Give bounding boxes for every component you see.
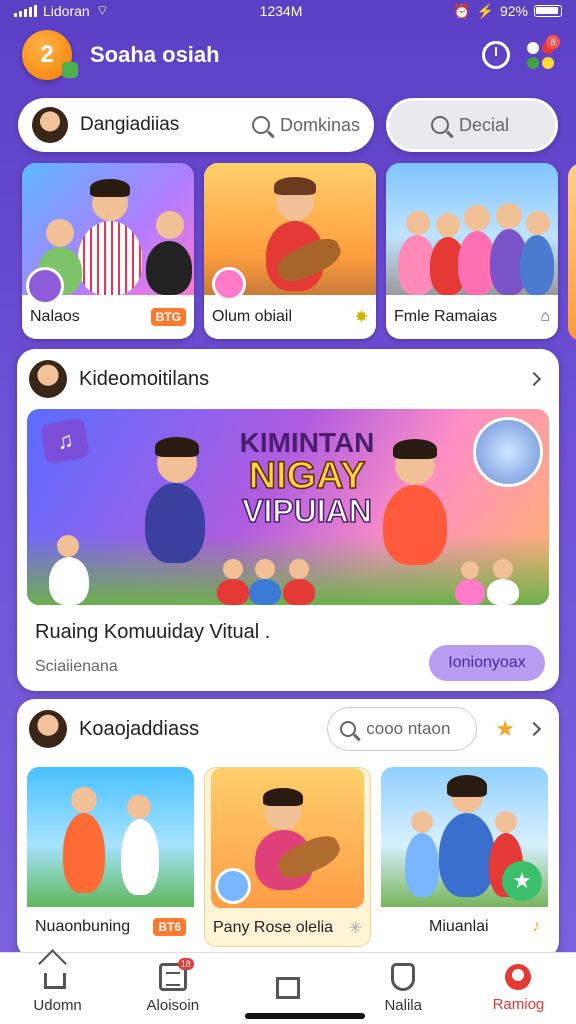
- star-icon[interactable]: ★: [495, 716, 515, 742]
- friend-card-image: [27, 767, 194, 907]
- friend-card[interactable]: Pany Rose olelia ✳: [204, 767, 371, 947]
- featured-card-image: [204, 163, 376, 301]
- profile-search-bar[interactable]: Dangiadiias Domkinas: [18, 98, 374, 152]
- apps-button[interactable]: 8: [526, 35, 560, 69]
- featured-card[interactable]: Nalaos BTG: [22, 163, 194, 339]
- friends-panel: Koaojaddiass cooo ntaon ★ Nuaonbuning BT6…: [17, 699, 559, 959]
- chevron-right-icon[interactable]: [526, 721, 542, 737]
- logo-text: 2: [40, 41, 54, 68]
- featured-card[interactable]: Olum obiail ✸: [204, 163, 376, 339]
- nav-label: Udomn: [33, 997, 82, 1014]
- featured-card-peek[interactable]: [568, 163, 576, 341]
- carrier-label: Lidoran: [43, 3, 90, 19]
- section-title: Kideomoitilans: [79, 367, 210, 390]
- signal-icon: [14, 5, 37, 17]
- featured-card-image: [22, 163, 194, 305]
- community-title: Ruaing Komuuiday Vitual .: [35, 621, 271, 643]
- search-placeholder[interactable]: Domkinas: [280, 115, 360, 136]
- friends-search-input[interactable]: cooo ntaon: [327, 707, 478, 751]
- app-bar: 2 Soaha osiah 8: [0, 24, 576, 86]
- home-indicator[interactable]: [245, 1013, 365, 1019]
- notification-badge: 8: [546, 35, 560, 49]
- avatar: [29, 710, 67, 748]
- shield-icon: [391, 963, 416, 991]
- list-icon: 18: [158, 958, 194, 991]
- profile-icon: [505, 964, 532, 990]
- search-icon: [340, 721, 357, 737]
- friend-card[interactable]: ★ Miuanlai ♪: [381, 767, 548, 947]
- sparkle-icon: ✳: [348, 920, 362, 937]
- search-icon: [251, 116, 270, 134]
- app-title: Soaha osiah: [90, 42, 220, 67]
- nav-label: Nalila: [384, 997, 422, 1014]
- activity-icon: [276, 976, 300, 999]
- banner-line-3: VIPUIAN: [241, 493, 372, 529]
- friend-card-label: Pany Rose olelia: [213, 919, 334, 936]
- avatar[interactable]: [32, 107, 68, 143]
- friends-carousel[interactable]: Nuaonbuning BT6 Pany Rose olelia ✳ ★ Miuan…: [17, 759, 559, 947]
- friend-card-image: ★: [381, 767, 548, 907]
- chevron-right-icon[interactable]: [526, 371, 542, 387]
- friend-card-label: Nuaonbuning: [35, 918, 131, 935]
- music-note-icon: ♪: [532, 918, 540, 935]
- nav-item-home[interactable]: Udomn: [0, 953, 115, 1024]
- friend-card-tag: BT6: [153, 918, 186, 936]
- status-time: 1234M: [259, 3, 303, 19]
- sparkle-icon: ✸: [354, 309, 368, 326]
- wifi-icon: ⌔: [95, 2, 109, 18]
- alarm-icon: ⏰: [453, 2, 471, 19]
- profile-name: Dangiadiias: [80, 114, 180, 135]
- music-app-icon: ♫: [39, 417, 91, 465]
- status-bar: Lidoran ⌔ 1234M ⏰ ⚡ 92%: [0, 0, 576, 22]
- featured-card-label: Fmle Ramaias: [394, 308, 498, 325]
- logo-badge-icon: [62, 62, 78, 78]
- fab-star-button[interactable]: ★: [502, 861, 542, 901]
- featured-card-label: Olum obiail: [212, 308, 293, 325]
- banner-line-1: KIMINTAN: [239, 427, 375, 458]
- featured-card-image: [386, 163, 558, 295]
- featured-card[interactable]: Fmle Ramaias ⌂: [386, 163, 558, 339]
- friend-card[interactable]: Nuaonbuning BT6: [27, 767, 194, 947]
- join-button[interactable]: Ionionyoax: [429, 645, 545, 681]
- community-panel: Kideomoitilans ♫ KIMINTAN NIGAY VIPUIAN …: [17, 349, 559, 691]
- featured-card-label: Nalaos: [30, 308, 80, 325]
- battery-icon: [534, 5, 562, 17]
- group-photo-thumb: [473, 417, 543, 487]
- charging-icon: ⚡: [476, 2, 494, 19]
- nav-item-profile[interactable]: Ramiog: [461, 953, 576, 1024]
- featured-card-tag: BTG: [150, 308, 186, 326]
- community-banner[interactable]: ♫ KIMINTAN NIGAY VIPUIAN: [27, 409, 549, 605]
- nav-label: Ramiog: [492, 996, 545, 1013]
- app-logo[interactable]: 2: [22, 30, 78, 80]
- friend-card-label: Miuanlai: [429, 918, 489, 935]
- secondary-search-button[interactable]: Decial: [386, 98, 558, 152]
- nav-label: Aloisoin: [146, 997, 200, 1014]
- friends-search-placeholder: cooo ntaon: [366, 719, 451, 738]
- nav-badge: 18: [177, 958, 194, 970]
- home-icon: [43, 973, 66, 989]
- home-icon: ⌂: [540, 308, 550, 325]
- banner-title: KIMINTAN NIGAY VIPUIAN: [217, 427, 397, 529]
- battery-percent: 92%: [499, 3, 528, 19]
- secondary-search-label: Decial: [459, 114, 510, 135]
- search-row: Dangiadiias Domkinas Decial: [18, 98, 558, 154]
- history-icon[interactable]: [482, 41, 510, 69]
- banner-line-2: NIGAY: [248, 455, 366, 497]
- section-title: Koaojaddiass: [79, 717, 200, 740]
- nav-item-messages[interactable]: 18 Aloisoin: [115, 953, 230, 1024]
- search-icon: [431, 116, 449, 134]
- featured-carousel[interactable]: Nalaos BTG Olum obiail ✸ Fmle Ramaias ⌂: [22, 163, 576, 341]
- avatar: [29, 360, 67, 398]
- friend-card-image: [211, 768, 364, 908]
